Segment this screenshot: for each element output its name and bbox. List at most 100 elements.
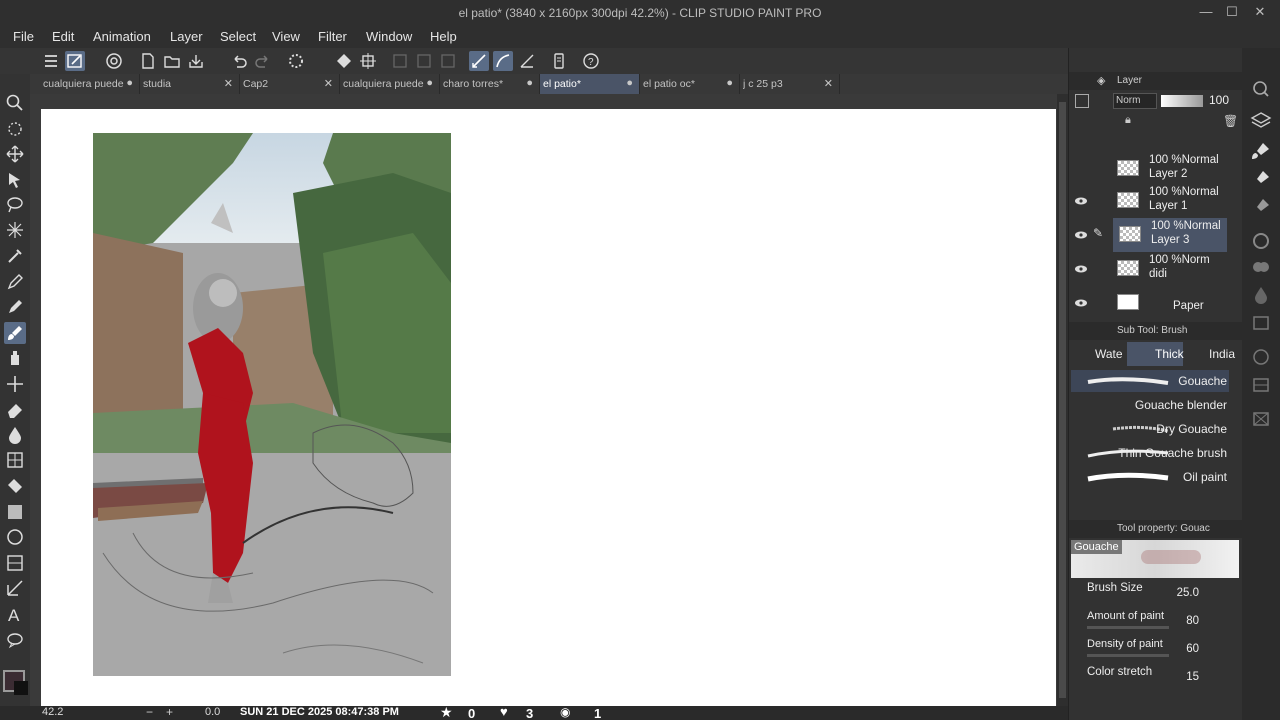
artwork-canvas[interactable] [93, 133, 451, 676]
tab-close-icon[interactable]: ✕ [324, 77, 333, 90]
layer-row[interactable]: 100 %Normal Layer 2 [1069, 152, 1241, 186]
scroll-thumb[interactable] [1059, 102, 1066, 698]
selection-expand-icon[interactable] [438, 51, 458, 71]
selection-clear-icon[interactable] [390, 51, 410, 71]
eyedropper-icon[interactable] [4, 245, 26, 267]
minimize-button[interactable]: — [1196, 4, 1216, 22]
color-mixing-icon[interactable] [1248, 256, 1274, 278]
menu-layer[interactable]: Layer [170, 29, 203, 44]
brush-size-property[interactable]: Brush Size 25.0 [1069, 580, 1229, 606]
tool-property-icon[interactable] [1248, 196, 1274, 218]
color-set-icon[interactable] [1248, 284, 1274, 306]
open-folder-icon[interactable] [162, 51, 182, 71]
help-icon[interactable]: ? [581, 51, 601, 71]
tab-document[interactable]: j c 25 p3 ✕ [740, 74, 840, 94]
grid-snap-icon[interactable] [517, 51, 537, 71]
color-stretch-property[interactable]: Color stretch 15 [1069, 664, 1229, 690]
brush-item[interactable]: Thin Gouache brush [1071, 442, 1229, 464]
pen-icon[interactable] [4, 271, 26, 293]
tab-modified-icon[interactable]: ● [626, 77, 633, 89]
menu-file[interactable]: File [13, 29, 34, 44]
lasso-icon[interactable] [4, 194, 26, 216]
fill-bucket-icon[interactable] [4, 475, 26, 497]
zoom-icon[interactable] [4, 92, 26, 114]
brush-group-tab-active[interactable]: Thick [1127, 342, 1184, 366]
visibility-eye-icon[interactable] [1074, 296, 1088, 310]
zoom-level[interactable]: 42.2 [42, 706, 63, 718]
tab-modified-icon[interactable]: ● [526, 77, 533, 89]
property-value[interactable]: 25.0 [1177, 587, 1199, 599]
menu-help[interactable]: Help [430, 29, 457, 44]
figure-icon[interactable] [4, 449, 26, 471]
color-wheel-icon[interactable] [1248, 230, 1274, 252]
device-icon[interactable] [549, 51, 569, 71]
layer-row-selected[interactable]: 100 %Normal Layer 3 [1113, 218, 1227, 252]
lock-icon[interactable]: 🔒︎ [1125, 114, 1131, 127]
zoom-in-icon[interactable]: + [166, 705, 173, 719]
visibility-eye-icon[interactable] [1074, 228, 1088, 242]
tab-document[interactable]: Cap2 ✕ [240, 74, 340, 94]
tab-modified-icon[interactable]: ● [426, 77, 433, 89]
sub-color-swatch[interactable] [14, 681, 28, 695]
ruler-icon[interactable] [4, 577, 26, 599]
layer-color-box[interactable] [1075, 94, 1089, 108]
layer-row[interactable]: Paper [1069, 286, 1241, 320]
new-file-icon[interactable] [138, 51, 158, 71]
property-value[interactable]: 60 [1186, 643, 1199, 655]
move-icon[interactable] [4, 143, 26, 165]
pencil-icon[interactable] [4, 296, 26, 318]
opacity-slider[interactable] [1161, 95, 1203, 107]
brush-item[interactable]: Dry Gouache [1071, 418, 1229, 440]
text-icon[interactable]: A [4, 603, 26, 625]
density-of-paint-property[interactable]: Density of paint 60 [1069, 636, 1229, 662]
property-value[interactable]: 15 [1186, 671, 1199, 683]
menu-view[interactable]: View [272, 29, 300, 44]
menu-filter[interactable]: Filter [318, 29, 347, 44]
subtool-brush-icon[interactable] [1248, 168, 1274, 190]
tab-document[interactable]: el patio oc* ● [640, 74, 740, 94]
property-slider[interactable] [1087, 654, 1169, 657]
menu-animation[interactable]: Animation [93, 29, 151, 44]
brush-icon[interactable] [4, 322, 26, 344]
ellipse-icon[interactable] [4, 526, 26, 548]
blend-mode-select[interactable]: Norm [1113, 93, 1157, 109]
menu-edit[interactable]: Edit [52, 29, 74, 44]
visibility-eye-icon[interactable] [1074, 262, 1088, 276]
hamburger-menu-icon[interactable] [41, 51, 61, 71]
maximize-button[interactable]: ☐ [1222, 4, 1242, 22]
airbrush-icon[interactable] [4, 347, 26, 369]
tab-document[interactable]: studia ✕ [140, 74, 240, 94]
balloon-icon[interactable] [4, 629, 26, 651]
brush-group-tab[interactable]: India [1209, 347, 1235, 361]
layer-row[interactable]: 100 %Norm didi [1069, 252, 1241, 286]
opacity-value[interactable]: 100 [1209, 93, 1229, 107]
blend-icon[interactable] [4, 424, 26, 446]
rotation-angle[interactable]: 0.0 [205, 706, 220, 718]
selection-invert-icon[interactable] [414, 51, 434, 71]
tab-modified-icon[interactable]: ● [126, 77, 133, 89]
zoom-out-icon[interactable]: − [146, 705, 153, 719]
trash-icon[interactable]: 🗑︎ [1223, 114, 1238, 128]
crop-icon[interactable] [358, 51, 378, 71]
tab-modified-icon[interactable]: ● [726, 77, 733, 89]
brush-group-tab[interactable]: Wate [1095, 347, 1123, 361]
search-icon[interactable] [1248, 78, 1274, 100]
save-icon[interactable] [186, 51, 206, 71]
fill-icon[interactable] [334, 51, 354, 71]
clip-studio-icon[interactable] [104, 51, 124, 71]
ruler-snap-icon[interactable] [469, 51, 489, 71]
gradient-icon[interactable] [4, 501, 26, 523]
undo-icon[interactable] [229, 51, 249, 71]
tab-document-active[interactable]: el patio* ● [540, 74, 640, 94]
tab-document[interactable]: cualquiera puede ● [340, 74, 440, 94]
brush-item[interactable]: Gouache blender [1071, 394, 1229, 416]
select-layer-icon[interactable] [4, 169, 26, 191]
tab-close-icon[interactable]: ✕ [224, 77, 233, 90]
amount-of-paint-property[interactable]: Amount of paint 80 [1069, 608, 1229, 634]
close-window-button[interactable]: ✕ [1250, 4, 1270, 22]
material-icon[interactable] [1248, 408, 1274, 430]
property-value[interactable]: 80 [1186, 615, 1199, 627]
redo-icon[interactable] [253, 51, 273, 71]
auto-select-icon[interactable] [4, 219, 26, 241]
layer-row[interactable]: 100 %Normal Layer 1 [1069, 184, 1241, 218]
